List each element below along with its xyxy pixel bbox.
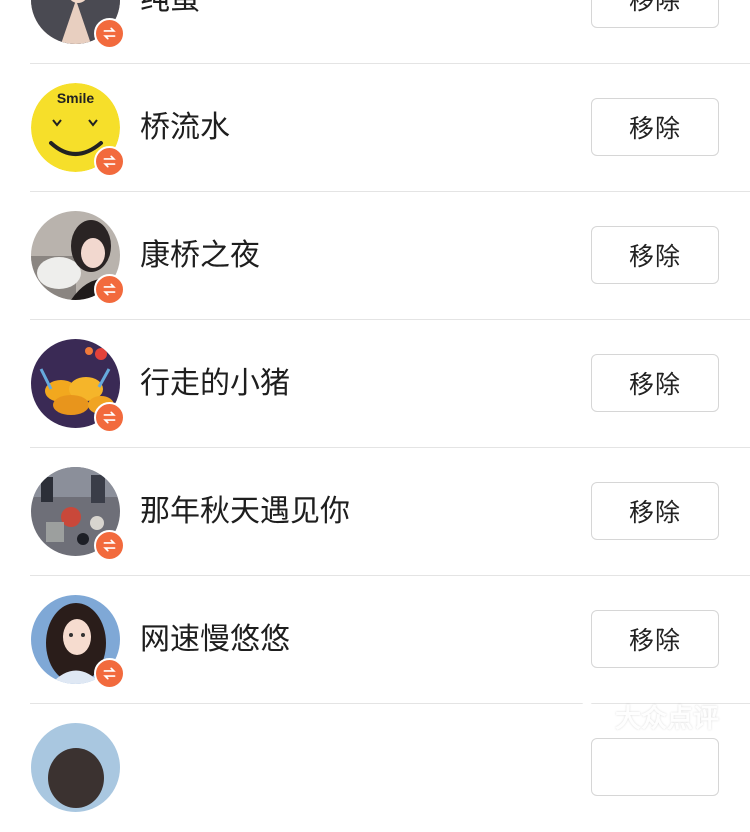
user-name: 纯蛋: [140, 0, 200, 22]
list-item: Smile 桥流水 移除: [0, 64, 750, 192]
remove-button[interactable]: 移除: [591, 0, 719, 28]
smile-text: Smile: [57, 90, 95, 106]
remove-button[interactable]: 移除: [591, 226, 719, 284]
remove-button[interactable]: 移除: [591, 482, 719, 540]
swap-arrows-icon: [94, 274, 125, 305]
watermark: 大众点评: [575, 696, 719, 736]
remove-button[interactable]: [591, 738, 719, 796]
watermark-text: 大众点评: [615, 703, 720, 734]
swap-arrows-icon: [94, 658, 125, 689]
remove-button[interactable]: 移除: [591, 610, 719, 668]
swap-arrows-icon: [94, 18, 125, 49]
user-name: 那年秋天遇见你: [140, 494, 350, 529]
remove-button[interactable]: 移除: [591, 98, 719, 156]
follower-list: 纯蛋 移除 Smile 桥流水 移除: [0, 0, 750, 812]
user-name: 桥流水: [140, 110, 230, 145]
list-item: 康桥之夜 移除: [0, 192, 750, 320]
dianping-logo-icon: [577, 701, 608, 731]
swap-arrows-icon: [94, 146, 125, 177]
swap-arrows-icon: [94, 402, 125, 433]
user-name: 网速慢悠悠: [140, 622, 290, 657]
list-item: 那年秋天遇见你 移除: [0, 448, 750, 576]
swap-arrows-icon: [94, 530, 125, 561]
avatar[interactable]: [31, 723, 120, 812]
list-item: 行走的小猪 移除: [0, 320, 750, 448]
user-name: 康桥之夜: [140, 238, 260, 273]
list-item: 网速慢悠悠 移除: [0, 576, 750, 704]
user-name: 行走的小猪: [140, 366, 290, 401]
remove-button[interactable]: 移除: [591, 354, 719, 412]
list-item: 纯蛋 移除: [0, 0, 750, 64]
